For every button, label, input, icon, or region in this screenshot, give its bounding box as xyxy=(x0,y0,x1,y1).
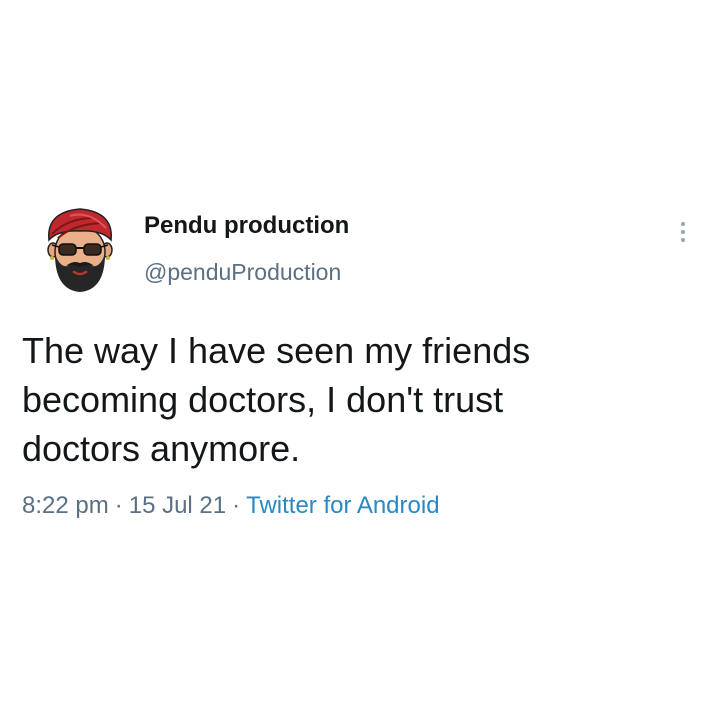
author-handle[interactable]: @penduProduction xyxy=(144,259,341,286)
tweet-text-line: becoming doctors, I don't trust xyxy=(22,379,504,420)
tweet-text-line: The way I have seen my friends xyxy=(22,330,531,371)
more-vertical-icon[interactable] xyxy=(670,216,696,248)
tweet-meta: 8:22 pm · 15 Jul 21 · Twitter for Android xyxy=(22,492,440,520)
meta-separator: · xyxy=(114,492,123,519)
turbaned-man-avatar-icon[interactable] xyxy=(40,204,120,294)
tweet-text-line: doctors anymore. xyxy=(22,428,301,469)
tweet-date[interactable]: 15 Jul 21 xyxy=(129,492,226,519)
tweet-source-link[interactable]: Twitter for Android xyxy=(246,492,439,519)
tweet-text: The way I have seen my friends becoming … xyxy=(22,326,672,473)
tweet-card: Pendu production @penduProduction The wa… xyxy=(0,0,720,720)
tweet-time[interactable]: 8:22 pm xyxy=(22,492,109,519)
menu-dot xyxy=(681,222,685,226)
meta-separator: · xyxy=(232,492,241,519)
menu-dot xyxy=(681,238,685,242)
menu-dot xyxy=(681,230,685,234)
avatar-illustration xyxy=(47,208,113,292)
author-name[interactable]: Pendu production xyxy=(144,212,349,240)
